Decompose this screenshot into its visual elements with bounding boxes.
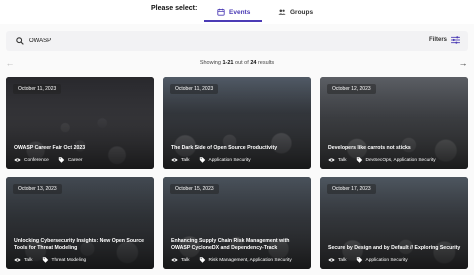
eye-icon [14,258,21,262]
tag-icon [356,157,362,163]
event-topic: Application Security [365,257,408,263]
selector-bar: Please select: Events Groups [0,0,474,24]
filters-label: Filters [428,37,447,43]
results-suffix: results [256,60,275,66]
search-bar: Filters [6,31,468,51]
event-date: October 15, 2023 [170,184,219,194]
event-topic: Career [67,157,83,163]
event-title: OWASP Career Fair Oct 2023 [14,144,86,151]
calendar-icon [217,8,225,16]
event-date: October 11, 2023 [170,84,219,94]
select-label: Please select: [151,5,198,12]
tab-events-label: Events [229,8,251,16]
event-topic: Risk Management, Application Security [208,257,292,263]
tag-icon [356,257,362,263]
event-title: Secure by Design and by Default // Explo… [328,244,461,251]
event-card[interactable]: October 17, 2023 Secure by Design and by… [320,177,468,269]
event-card[interactable]: October 13, 2023 Unlocking Cybersecurity… [6,177,154,269]
event-meta: Talk Application Security [171,157,251,163]
event-date: October 12, 2023 [327,84,376,94]
event-meta: Talk Application Security [328,257,408,263]
event-type: Talk [338,157,347,163]
results-prefix: Showing [199,60,223,66]
tab-groups-label: Groups [290,8,314,16]
tag-icon [199,157,205,163]
tag-icon [199,257,205,263]
event-type: Talk [181,157,190,163]
eye-icon [328,258,335,262]
event-topic: DevSecOps, Application Security [365,157,436,163]
event-meta: Talk Risk Management, Application Securi… [171,257,292,263]
event-card[interactable]: October 12, 2023 Developers like carrots… [320,77,468,169]
event-title: Unlocking Cybersecurity Insights: New Op… [14,238,145,251]
filters-icon [451,36,460,44]
results-range: 1-21 [222,60,234,66]
tab-events[interactable]: Events [217,4,250,20]
results-count: Showing 1-21 out of 24 results [0,60,474,66]
event-topic: Application Security [208,157,251,163]
event-type: Talk [181,257,190,263]
event-date: October 17, 2023 [327,184,376,194]
event-meta: Talk DevSecOps, Application Security [328,157,436,163]
event-title: Enhancing Supply Chain Risk Management w… [171,238,290,251]
results-middle: out of [233,60,251,66]
eye-icon [328,158,335,162]
event-meta: Talk Threat Modeling [14,257,86,263]
event-type: Talk [338,257,347,263]
active-tab-indicator [204,20,262,22]
search-input[interactable] [29,35,329,47]
event-title: Developers like carrots not sticks [328,144,411,151]
eye-icon [14,158,21,162]
event-type: Conference [24,157,49,163]
event-card[interactable]: October 15, 2023 Enhancing Supply Chain … [163,177,311,269]
tag-icon [42,257,48,263]
event-topic: Threat Modeling [51,257,87,263]
event-date: October 11, 2023 [13,84,62,94]
next-page-arrow-icon[interactable]: → [458,58,468,68]
people-icon [278,9,286,15]
tab-groups[interactable]: Groups [278,4,313,20]
event-type: Talk [24,257,33,263]
search-icon [16,37,24,45]
tag-icon [58,157,65,163]
eye-icon [171,158,178,162]
event-meta: Conference Career [14,157,82,163]
event-card[interactable]: October 11, 2023 OWASP Career Fair Oct 2… [6,77,154,169]
event-card[interactable]: October 11, 2023 The Dark Side of Open S… [163,77,311,169]
eye-icon [171,258,178,262]
event-date: October 13, 2023 [13,184,62,194]
filters-button[interactable]: Filters [429,36,460,44]
event-title: The Dark Side of Open Source Productivit… [171,144,278,151]
